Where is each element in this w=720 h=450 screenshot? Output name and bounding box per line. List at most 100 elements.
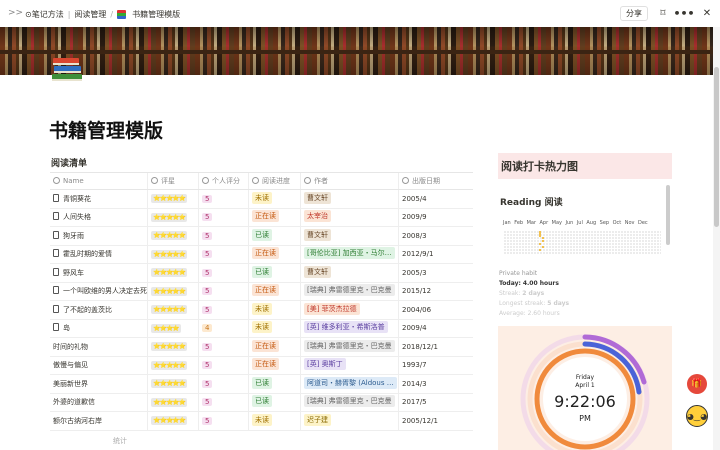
cell-stars[interactable]: ⭐⭐⭐⭐ (147, 319, 199, 338)
cell-score[interactable]: 5 (198, 356, 249, 375)
cell-date[interactable]: 2015/12 (398, 282, 473, 301)
cell-author[interactable]: [英] 奥斯丁 (300, 356, 399, 375)
cell-score[interactable]: 5 (198, 263, 249, 283)
cell-stars[interactable]: ⭐⭐⭐⭐⭐ (147, 208, 199, 227)
cell-status[interactable]: 未读 (248, 189, 301, 209)
cell-status[interactable]: 正在读 (248, 356, 301, 375)
cell-author[interactable]: 迟子建 (300, 411, 399, 431)
cell-date[interactable]: 1993/7 (398, 356, 473, 375)
cell-status[interactable]: 正在读 (248, 208, 301, 227)
cell-date[interactable]: 2009/9 (398, 208, 473, 227)
cell-author[interactable]: 曹文轩 (300, 189, 399, 209)
cell-stars[interactable]: ⭐⭐⭐⭐⭐ (147, 411, 199, 431)
cell-name[interactable]: 人间失格 (50, 208, 148, 227)
table-row[interactable]: 野风车 ⭐⭐⭐⭐⭐ 5 已读 曹文轩 2005/3 (50, 263, 473, 283)
table-row[interactable]: 人间失格 ⭐⭐⭐⭐⭐ 5 正在读 太宰治 2009/9 (50, 208, 473, 227)
column-header[interactable]: 个人评分 (198, 172, 249, 190)
cell-name[interactable]: 美丽新世界 (50, 374, 148, 394)
cell-name[interactable]: 外婆的道歉信 (50, 393, 148, 412)
breadcrumb-item[interactable]: 阅读管理 (74, 9, 106, 20)
table-row[interactable]: 外婆的道歉信 ⭐⭐⭐⭐⭐ 5 已读 [瑞典] 弗雷德里克・巴克曼 2017/5 (50, 393, 473, 412)
table-row[interactable]: 额尔古纳河右岸 ⭐⭐⭐⭐⭐ 5 未读 迟子建 2005/12/1 (50, 411, 473, 431)
table-row[interactable]: 傲慢与偏见 ⭐⭐⭐⭐⭐ 5 正在读 [英] 奥斯丁 1993/7 (50, 356, 473, 375)
cell-stars[interactable]: ⭐⭐⭐⭐⭐ (147, 245, 199, 264)
heatmap-widget[interactable]: Reading 阅读 Jan Feb Mar Apr May Jun Jul Aug Sep Oc… (498, 183, 672, 323)
stats-button[interactable]: 统计 (113, 436, 127, 446)
scrollbar[interactable] (713, 27, 720, 450)
cell-date[interactable]: 2005/3 (398, 263, 473, 283)
cell-date[interactable]: 2017/5 (398, 393, 473, 412)
more-icon[interactable]: ••• (673, 6, 694, 20)
cell-author[interactable]: [美] 菲茨杰拉德 (300, 300, 399, 320)
cell-score[interactable]: 5 (198, 226, 249, 246)
breadcrumb-current[interactable]: 书籍管理模版 (132, 9, 180, 20)
close-icon[interactable]: ✕ (700, 6, 714, 20)
cell-date[interactable]: 2004/06 (398, 300, 473, 320)
cell-score[interactable]: 5 (198, 411, 249, 431)
cell-date[interactable]: 2012/9/1 (398, 245, 473, 264)
cell-stars[interactable]: ⭐⭐⭐⭐⭐ (147, 282, 199, 301)
cell-score[interactable]: 5 (198, 189, 249, 209)
cell-author[interactable]: 太宰治 (300, 208, 399, 227)
cell-date[interactable]: 2014/3 (398, 374, 473, 394)
cell-stars[interactable]: ⭐⭐⭐⭐⭐ (147, 393, 199, 412)
column-header[interactable]: 作者 (300, 172, 399, 190)
cell-status[interactable]: 已读 (248, 226, 301, 246)
column-header[interactable]: Name (50, 172, 148, 190)
cell-status[interactable]: 未读 (248, 319, 301, 338)
cell-author[interactable]: [哥伦比亚] 加西亚・马尔… (300, 245, 399, 264)
cell-stars[interactable]: ⭐⭐⭐⭐⭐ (147, 226, 199, 246)
cell-name[interactable]: 青铜葵花 (50, 189, 148, 209)
cell-name[interactable]: 霍乱时期的爱情 (50, 245, 148, 264)
cell-name[interactable]: 狗牙雨 (50, 226, 148, 246)
share-button[interactable]: 分享 (620, 6, 648, 21)
table-row[interactable]: 美丽新世界 ⭐⭐⭐⭐⭐ 5 已读 阿道司・赫胥黎 (Aldous … 2014/3 (50, 374, 473, 394)
cell-name[interactable]: 傲慢与偏见 (50, 356, 148, 375)
gift-icon[interactable]: 🎁 (687, 374, 707, 394)
cell-author[interactable]: 曹文轩 (300, 226, 399, 246)
cell-date[interactable]: 2018/12/1 (398, 337, 473, 357)
table-row[interactable]: 了不起的盖茨比 ⭐⭐⭐⭐⭐ 5 未读 [美] 菲茨杰拉德 2004/06 (50, 300, 473, 320)
column-header[interactable]: 评星 (147, 172, 199, 190)
cell-date[interactable]: 2008/3 (398, 226, 473, 246)
assistant-icon[interactable]: ◕‿◕ (686, 405, 708, 427)
cell-stars[interactable]: ⭐⭐⭐⭐⭐ (147, 356, 199, 375)
cell-author[interactable]: [瑞典] 弗雷德里克・巴克曼 (300, 393, 399, 412)
cell-status[interactable]: 已读 (248, 263, 301, 283)
column-header[interactable]: 阅读进度 (248, 172, 301, 190)
cell-stars[interactable]: ⭐⭐⭐⭐⭐ (147, 189, 199, 209)
cell-status[interactable]: 已读 (248, 393, 301, 412)
table-row[interactable]: 岛 ⭐⭐⭐⭐ 4 未读 [英] 维多利亚・希斯洛普 2009/4 (50, 319, 473, 338)
scrollbar[interactable] (666, 185, 670, 245)
table-row[interactable]: 狗牙雨 ⭐⭐⭐⭐⭐ 5 已读 曹文轩 2008/3 (50, 226, 473, 246)
cell-score[interactable]: 5 (198, 337, 249, 357)
expand-sidebar-icon[interactable]: >> (8, 8, 23, 18)
cell-score[interactable]: 5 (198, 374, 249, 394)
cell-date[interactable]: 2009/4 (398, 319, 473, 338)
cell-score[interactable]: 5 (198, 300, 249, 320)
cell-name[interactable]: 了不起的盖茨比 (50, 300, 148, 320)
cell-name[interactable]: 额尔古纳河右岸 (50, 411, 148, 431)
cell-date[interactable]: 2005/4 (398, 189, 473, 209)
cell-name[interactable]: 一个叫欧维的男人决定去死 (50, 282, 148, 301)
cell-status[interactable]: 已读 (248, 374, 301, 394)
cell-stars[interactable]: ⭐⭐⭐⭐⭐ (147, 337, 199, 357)
cell-author[interactable]: 阿道司・赫胥黎 (Aldous … (300, 374, 399, 394)
cell-name[interactable]: 野风车 (50, 263, 148, 283)
cell-author[interactable]: 曹文轩 (300, 263, 399, 283)
cell-stars[interactable]: ⭐⭐⭐⭐⭐ (147, 374, 199, 394)
cell-score[interactable]: 5 (198, 208, 249, 227)
cell-status[interactable]: 未读 (248, 411, 301, 431)
cell-status[interactable]: 正在读 (248, 282, 301, 301)
cell-stars[interactable]: ⭐⭐⭐⭐⭐ (147, 263, 199, 283)
cell-name[interactable]: 岛 (50, 319, 148, 338)
cell-author[interactable]: [英] 维多利亚・希斯洛普 (300, 319, 399, 338)
column-header[interactable]: 出版日期 (398, 172, 473, 190)
cell-score[interactable]: 5 (198, 245, 249, 264)
cell-author[interactable]: [瑞典] 弗雷德里克・巴克曼 (300, 282, 399, 301)
cell-name[interactable]: 时间的礼物 (50, 337, 148, 357)
cell-stars[interactable]: ⭐⭐⭐⭐⭐ (147, 300, 199, 320)
cell-score[interactable]: 4 (198, 319, 249, 338)
cell-status[interactable]: 正在读 (248, 245, 301, 264)
table-row[interactable]: 一个叫欧维的男人决定去死 ⭐⭐⭐⭐⭐ 5 正在读 [瑞典] 弗雷德里克・巴克曼 2015/… (50, 282, 473, 301)
